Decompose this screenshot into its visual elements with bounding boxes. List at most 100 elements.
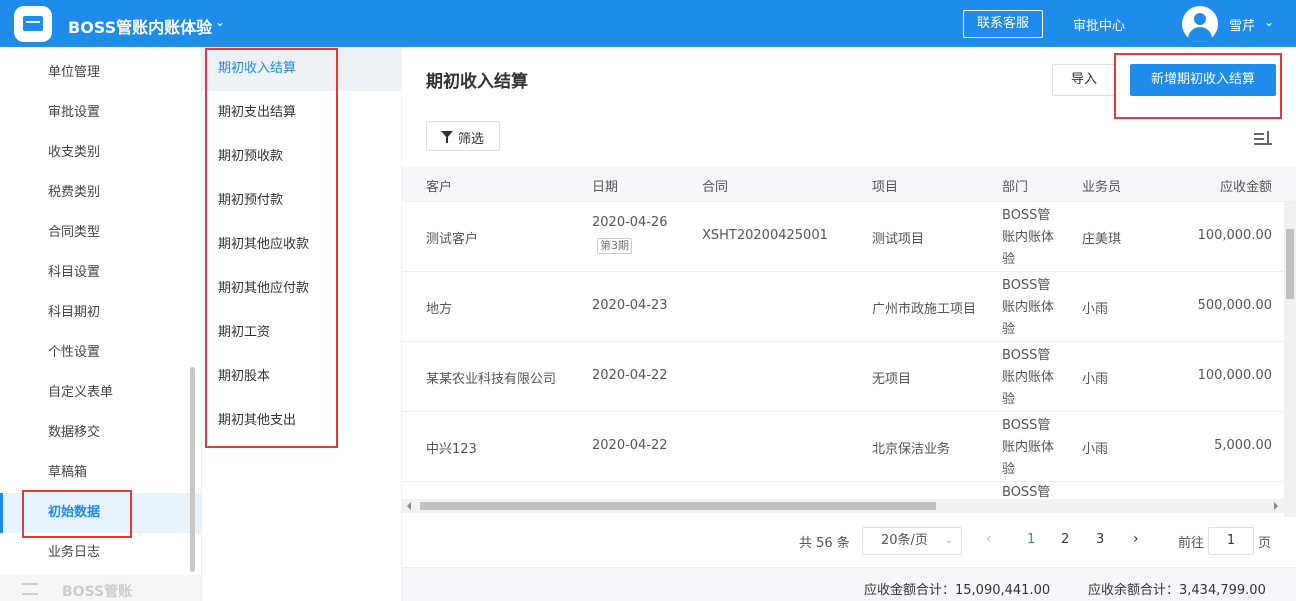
submenu-item-other-receivables[interactable]: 期初其他应收款	[202, 223, 402, 267]
contact-service-button[interactable]: 联系客服	[963, 10, 1043, 38]
cell-customer: 测试客户	[426, 232, 479, 247]
scroll-left-icon[interactable]	[407, 502, 411, 510]
cell-contract[interactable]: XSHT20200425001	[702, 228, 828, 243]
cell-project: 北京保洁业务	[872, 442, 951, 457]
cell-date: 2020-04-23	[592, 298, 668, 313]
page-number-3[interactable]: 3	[1096, 532, 1104, 547]
sidebar-item-personal-settings[interactable]: 个性设置	[0, 333, 201, 373]
cell-date: 2020-04-22	[592, 438, 668, 453]
cell-salesperson: 小雨	[1082, 372, 1109, 387]
cell-date: 2020-04-22	[592, 368, 668, 383]
sidebar-item-income-expense-categories[interactable]: 收支类别	[0, 133, 201, 173]
table-vertical-scroll-thumb[interactable]	[1286, 229, 1294, 299]
sidebar: 单位管理 审批设置 收支类别 税费类别 合同类型 科目设置 科目期初 个性设置 …	[0, 47, 201, 601]
menu-icon[interactable]	[22, 583, 38, 595]
submenu-item-prepayments[interactable]: 期初预付款	[202, 179, 402, 223]
table-row[interactable]: 中兴123 2020-04-22 北京保洁业务 BOSS管账内账体验 小雨 5,…	[402, 412, 1296, 482]
sort-icon[interactable]	[1254, 131, 1272, 147]
sidebar-item-business-log[interactable]: 业务日志	[0, 533, 201, 573]
column-header-project[interactable]: 项目	[872, 176, 898, 195]
cell-receivable: 5,000.00	[1214, 438, 1272, 453]
top-bar: BOSS管账内账体验 ⌄ 联系客服 审批中心 雪芹 ⌄	[0, 0, 1296, 47]
cell-customer: 地方	[426, 302, 453, 317]
submenu-item-advance-receipts[interactable]: 期初预收款	[202, 135, 402, 179]
sidebar-item-drafts[interactable]: 草稿箱	[0, 453, 201, 493]
app-title[interactable]: BOSS管账内账体验	[68, 14, 212, 38]
page-number-1[interactable]: 1	[1027, 532, 1035, 547]
goto-label: 前往	[1178, 536, 1205, 551]
next-page-icon[interactable]: ›	[1133, 531, 1139, 547]
cell-department: BOSS管账内账体验	[1002, 278, 1055, 337]
user-name[interactable]: 雪芹	[1229, 15, 1255, 34]
scroll-right-icon[interactable]	[1274, 502, 1278, 510]
chevron-down-icon: ⌄	[945, 535, 954, 546]
submenu-item-other-expenses[interactable]: 期初其他支出	[202, 399, 402, 443]
submenu-item-wages[interactable]: 期初工资	[202, 311, 402, 355]
cell-department: BOSS管	[1002, 485, 1051, 499]
sidebar-footer-label: BOSS管账	[62, 584, 133, 600]
table-row[interactable]: 测试客户 2020-04-26 第3期 XSHT20200425001 测试项目…	[402, 202, 1296, 272]
prev-page-icon[interactable]: ‹	[986, 531, 992, 547]
cell-date: 2020-04-26	[592, 215, 668, 230]
main-panel: 期初收入结算 导入 新增期初收入结算 筛选 客户 日期 合同 项目 部门 业务员…	[402, 47, 1296, 601]
column-header-department[interactable]: 部门	[1002, 176, 1028, 195]
pagination-total: 共 56 条	[799, 536, 850, 551]
cell-receivable: 500,000.00	[1197, 298, 1272, 313]
filter-icon	[441, 131, 453, 143]
cell-department: BOSS管账内账体验	[1002, 348, 1055, 407]
sidebar-item-approval-settings[interactable]: 审批设置	[0, 93, 201, 133]
page-number-2[interactable]: 2	[1061, 532, 1069, 547]
sidebar-item-unit-management[interactable]: 单位管理	[0, 53, 201, 93]
sidebar-item-contract-types[interactable]: 合同类型	[0, 213, 201, 253]
cell-receivable: 100,000.00	[1197, 368, 1272, 383]
submenu-item-equity[interactable]: 期初股本	[202, 355, 402, 399]
cell-customer: 某某农业科技有限公司	[426, 372, 557, 387]
sidebar-item-initial-data[interactable]: 初始数据	[0, 493, 201, 533]
add-income-settlement-button[interactable]: 新增期初收入结算	[1130, 64, 1276, 96]
balance-total: 应收余额合计：3,434,799.00	[1088, 583, 1266, 598]
summary-bar: 应收金额合计：15,090,441.00 应收余额合计：3,434,799.00	[402, 567, 1296, 601]
sidebar-item-custom-forms[interactable]: 自定义表单	[0, 373, 201, 413]
table-horizontal-scroll-thumb[interactable]	[420, 502, 936, 510]
column-header-receivable[interactable]: 应收金额	[1220, 176, 1272, 195]
column-header-contract[interactable]: 合同	[702, 176, 728, 195]
chevron-down-icon[interactable]: ⌄	[215, 15, 225, 29]
submenu-item-income-settlement[interactable]: 期初收入结算	[202, 47, 402, 91]
table-row[interactable]: 地方 2020-04-23 广州市政施工项目 BOSS管账内账体验 小雨 500…	[402, 272, 1296, 342]
column-header-salesperson[interactable]: 业务员	[1082, 176, 1121, 195]
cell-project: 测试项目	[872, 232, 925, 247]
filter-button[interactable]: 筛选	[426, 121, 500, 151]
cell-receivable: 100,000.00	[1197, 228, 1272, 243]
cell-salesperson: 庄美琪	[1082, 232, 1122, 247]
approval-center-link[interactable]: 审批中心	[1073, 15, 1125, 34]
page-size-value: 20条/页	[881, 533, 928, 548]
table-horizontal-scrollbar[interactable]	[402, 499, 1284, 513]
user-chevron-down-icon[interactable]: ⌄	[1264, 15, 1274, 29]
cell-department: BOSS管账内账体验	[1002, 208, 1055, 267]
cell-customer: 中兴123	[426, 442, 477, 457]
submenu-item-other-payables[interactable]: 期初其他应付款	[202, 267, 402, 311]
installment-badge: 第3期	[597, 238, 632, 254]
column-header-customer[interactable]: 客户	[426, 176, 452, 195]
sidebar-item-account-opening[interactable]: 科目期初	[0, 293, 201, 333]
cell-project: 无项目	[872, 372, 912, 387]
table-row[interactable]: BOSS管	[402, 482, 1296, 499]
sidebar-item-account-settings[interactable]: 科目设置	[0, 253, 201, 293]
receivable-total: 应收金额合计：15,090,441.00	[864, 583, 1051, 598]
column-header-date[interactable]: 日期	[592, 176, 618, 195]
cell-salesperson: 小雨	[1082, 302, 1109, 317]
table-row[interactable]: 某某农业科技有限公司 2020-04-22 无项目 BOSS管账内账体验 小雨 …	[402, 342, 1296, 412]
sidebar-footer: BOSS管账	[0, 575, 201, 601]
app-logo-icon[interactable]	[14, 6, 52, 42]
user-avatar-icon[interactable]	[1182, 6, 1218, 42]
cell-project: 广州市政施工项目	[872, 302, 977, 317]
submenu-item-expense-settlement[interactable]: 期初支出结算	[202, 91, 402, 135]
sidebar-item-data-transfer[interactable]: 数据移交	[0, 413, 201, 453]
table-header: 客户 日期 合同 项目 部门 业务员 应收金额	[402, 167, 1296, 202]
sidebar-item-tax-categories[interactable]: 税费类别	[0, 173, 201, 213]
goto-page-input[interactable]: 1	[1208, 527, 1254, 555]
page-size-select[interactable]: 20条/页 ⌄	[862, 527, 962, 555]
filter-label: 筛选	[458, 132, 485, 147]
import-button[interactable]: 导入	[1052, 64, 1116, 96]
sidebar-scrollbar[interactable]	[190, 367, 195, 572]
